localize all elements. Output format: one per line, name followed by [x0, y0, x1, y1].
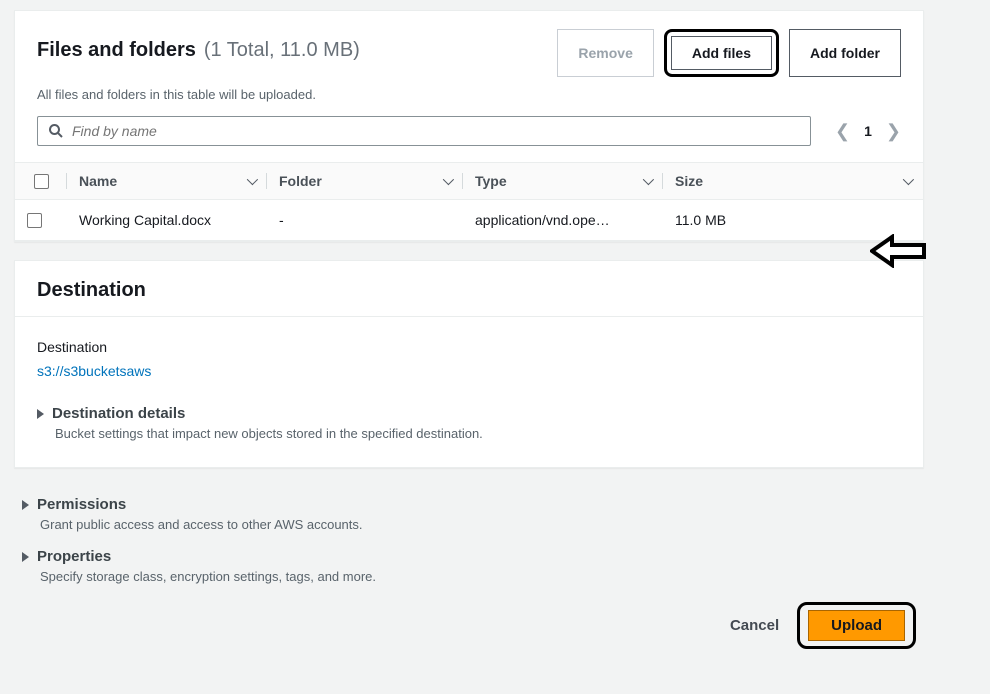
column-header-folder[interactable]: Folder: [267, 163, 463, 200]
destination-details-expander[interactable]: Destination details Bucket settings that…: [37, 405, 901, 441]
destination-panel: Destination Destination s3://s3bucketsaw…: [14, 260, 924, 468]
column-header-name[interactable]: Name: [67, 163, 267, 200]
sort-icon: [443, 174, 454, 185]
size-header-label: Size: [675, 173, 703, 189]
cell-type: application/vnd.ope…: [463, 200, 663, 241]
table-header-row: Name Folder Type: [15, 163, 923, 200]
folder-header-label: Folder: [279, 173, 322, 189]
cell-name: Working Capital.docx: [67, 200, 267, 241]
upload-button[interactable]: Upload: [808, 610, 905, 641]
search-icon: [48, 123, 64, 139]
divider: [15, 316, 923, 317]
sort-icon: [247, 174, 258, 185]
sort-icon: [643, 174, 654, 185]
search-input[interactable]: [72, 123, 800, 139]
type-header-label: Type: [475, 173, 507, 189]
files-table: Name Folder Type: [15, 162, 923, 241]
caret-right-icon: [22, 552, 29, 562]
name-header-label: Name: [79, 173, 117, 189]
files-title: Files and folders: [37, 39, 196, 61]
properties-title: Properties: [37, 548, 111, 565]
properties-desc: Specify storage class, encryption settin…: [40, 569, 916, 584]
table-row[interactable]: Working Capital.docx - application/vnd.o…: [15, 200, 923, 241]
checkbox-icon[interactable]: [34, 174, 49, 189]
destination-link[interactable]: s3://s3bucketsaws: [37, 363, 151, 379]
permissions-expander[interactable]: Permissions Grant public access and acce…: [22, 496, 916, 532]
sort-icon: [903, 174, 914, 185]
add-folder-button[interactable]: Add folder: [789, 29, 901, 77]
permissions-title: Permissions: [37, 496, 126, 513]
pagination: ❮ 1 ❯: [835, 122, 901, 140]
destination-details-desc: Bucket settings that impact new objects …: [55, 426, 901, 441]
destination-details-title: Destination details: [52, 405, 185, 422]
cell-folder: -: [267, 200, 463, 241]
row-checkbox[interactable]: [27, 213, 42, 228]
search-wrapper[interactable]: [37, 116, 811, 146]
add-files-button[interactable]: Add files: [671, 36, 772, 70]
upload-highlight: Upload: [797, 602, 916, 649]
files-summary: (1 Total, 11.0 MB): [204, 39, 360, 61]
next-page-icon[interactable]: ❯: [886, 122, 901, 140]
add-files-highlight: Add files: [664, 29, 779, 77]
footer-actions: Cancel Upload: [14, 602, 924, 649]
select-all-header[interactable]: [15, 163, 67, 200]
remove-button[interactable]: Remove: [557, 29, 653, 77]
caret-right-icon: [37, 409, 44, 419]
arrow-annotation-icon: [870, 234, 928, 268]
files-folders-panel: Files and folders (1 Total, 11.0 MB) Rem…: [14, 10, 924, 242]
destination-label: Destination: [37, 339, 901, 355]
caret-right-icon: [22, 500, 29, 510]
prev-page-icon[interactable]: ❮: [835, 122, 850, 140]
properties-expander[interactable]: Properties Specify storage class, encryp…: [22, 548, 916, 584]
permissions-desc: Grant public access and access to other …: [40, 517, 916, 532]
cancel-button[interactable]: Cancel: [730, 617, 779, 634]
page-number: 1: [864, 123, 872, 139]
files-description: All files and folders in this table will…: [15, 81, 923, 116]
destination-heading: Destination: [37, 279, 901, 302]
column-header-type[interactable]: Type: [463, 163, 663, 200]
column-header-size[interactable]: Size: [663, 163, 923, 200]
